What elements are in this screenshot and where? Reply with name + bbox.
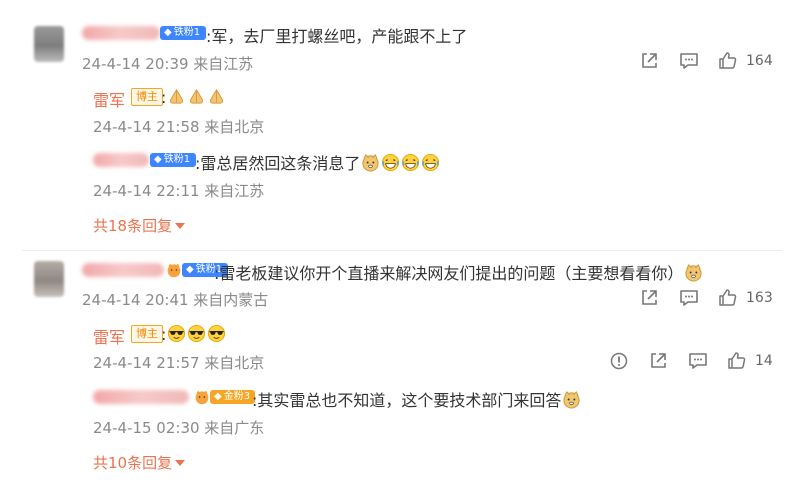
- avatar[interactable]: [34, 26, 64, 62]
- comment-icon[interactable]: [679, 289, 699, 307]
- blogger-name[interactable]: 雷军: [93, 87, 125, 111]
- comment-icon[interactable]: [688, 352, 708, 370]
- reply-text: :: [161, 87, 226, 107]
- comment-icon[interactable]: [679, 52, 699, 70]
- username-blurred[interactable]: [82, 26, 160, 40]
- sunglasses-emoji: [168, 324, 186, 343]
- laughing-emoji: [422, 153, 440, 172]
- sunglasses-emoji: [188, 324, 206, 343]
- reply-meta: 24-4-15 02:30 来自广东: [93, 419, 265, 437]
- sunglasses-emoji: [208, 324, 226, 343]
- share-icon[interactable]: [640, 52, 658, 70]
- share-icon[interactable]: [640, 289, 658, 307]
- reply-meta: 24-4-14 22:11 来自江苏: [93, 182, 265, 200]
- reply-text: :: [161, 324, 226, 344]
- cat-emoji-icon: [195, 390, 209, 405]
- reply-text: :雷总居然回这条消息了: [195, 150, 440, 174]
- diamond-icon: ◆: [186, 264, 194, 275]
- doge-emoji: [563, 391, 580, 409]
- gold-fan-badge: ◆ 金粉3: [210, 390, 256, 404]
- report-icon[interactable]: [610, 352, 628, 370]
- diamond-icon: ◆: [214, 391, 222, 402]
- more-replies-link[interactable]: 共10条回复: [93, 452, 186, 473]
- comment-meta: 24-4-14 20:41 来自内蒙古: [82, 291, 269, 309]
- reply-meta: 24-4-14 21:57 来自北京: [93, 354, 265, 372]
- caret-down-icon: [175, 222, 186, 229]
- username-blurred[interactable]: [93, 390, 189, 404]
- like-icon[interactable]: [718, 51, 737, 70]
- laughing-emoji: [402, 153, 420, 172]
- like-count: 164: [746, 53, 773, 69]
- username-blurred[interactable]: [93, 153, 149, 167]
- comment-text: :雷老板建议你开个直播来解决网友们提出的问题（主要想看看你）: [214, 260, 703, 284]
- folded-hands-emoji: [210, 88, 224, 104]
- like-count: 163: [746, 290, 773, 306]
- folded-hands-emoji: [190, 88, 204, 104]
- caret-down-icon: [175, 459, 186, 466]
- blogger-name[interactable]: 雷军: [93, 324, 125, 348]
- reply-text: :其实雷总也不知道，这个要技术部门来回答: [252, 387, 581, 411]
- blogger-badge: 博主: [131, 325, 163, 343]
- fan-badge: ◆ 铁粉1: [150, 153, 197, 167]
- username-blurred[interactable]: [82, 263, 164, 277]
- cat-emoji-icon: [167, 263, 181, 278]
- like-count: 14: [755, 353, 773, 369]
- doge-emoji: [685, 264, 702, 282]
- like-icon[interactable]: [718, 288, 737, 307]
- diamond-icon: ◆: [164, 27, 172, 38]
- avatar[interactable]: [34, 261, 64, 297]
- comment-text: :军，去厂里打螺丝吧，产能跟不上了: [206, 27, 468, 46]
- divider: [22, 250, 782, 251]
- like-icon[interactable]: [727, 351, 746, 370]
- doge-emoji: [362, 154, 379, 172]
- reply-meta: 24-4-14 21:58 来自北京: [93, 118, 265, 136]
- folded-hands-emoji: [170, 88, 184, 104]
- more-replies-link[interactable]: 共18条回复: [93, 215, 186, 236]
- share-icon[interactable]: [649, 352, 667, 370]
- blogger-badge: 博主: [131, 88, 163, 106]
- laughing-emoji: [382, 153, 400, 172]
- diamond-icon: ◆: [154, 154, 162, 165]
- comment-meta: 24-4-14 20:39 来自江苏: [82, 55, 254, 73]
- fan-badge: ◆ 铁粉1: [160, 26, 207, 40]
